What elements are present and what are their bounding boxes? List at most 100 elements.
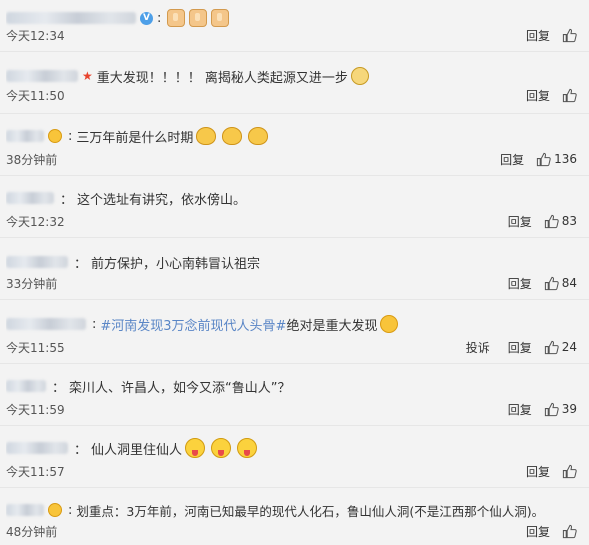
- comment-body: ： 栾川人、许昌人，如今又添“鲁山人”？: [6, 374, 583, 398]
- comment-item: ★ 重大发现！！！！ 离揭秘人类起源又进一步 今天11:50 回复: [0, 52, 589, 114]
- like-button[interactable]: [562, 28, 577, 43]
- thumb-up-icon: [562, 28, 577, 42]
- reply-button[interactable]: 回复: [508, 401, 532, 418]
- comment-time: 今天11:55: [6, 340, 65, 355]
- colon: ：: [74, 256, 88, 272]
- comment-meta: 今天11:50 回复: [6, 85, 577, 105]
- like-button[interactable]: 84: [544, 276, 577, 291]
- thumb-up-icon: [544, 402, 559, 416]
- comment-text: 三万年前是什么时期: [76, 130, 194, 146]
- comment-text: 仙人洞里住仙人: [91, 442, 183, 458]
- comment-meta: 48分钟前 回复: [6, 521, 577, 541]
- comment-meta: 今天11:57 回复: [6, 461, 577, 481]
- report-button[interactable]: 投诉: [466, 339, 490, 356]
- cat-emoji-icon: [248, 127, 269, 145]
- thumb-up-icon: [562, 524, 577, 538]
- like-button[interactable]: 83: [544, 214, 577, 229]
- username-blurred[interactable]: [6, 256, 68, 268]
- comment-list: V : 今天12:34 回复 ★ 重大发现！！！！ 离揭秘人类起源又进一步 今天…: [0, 0, 589, 545]
- like-button[interactable]: 24: [544, 340, 577, 355]
- like-button[interactable]: 39: [544, 402, 577, 417]
- comment-meta: 今天12:34 回复: [6, 25, 577, 45]
- comment-time: 今天11:59: [6, 402, 65, 417]
- colon: ：: [60, 192, 74, 208]
- comment-meta: 今天11:55 投诉 回复 24: [6, 337, 577, 357]
- comment-item: ： 这个选址有讲究，依水傍山。 今天12:32 回复 83: [0, 176, 589, 238]
- comment-text: 前方保护，小心南韩冒认祖宗: [91, 256, 261, 272]
- comment-time: 今天12:34: [6, 28, 65, 43]
- like-count: 136: [554, 152, 577, 166]
- comment-text: 这个选址有讲究，依水傍山。: [77, 192, 247, 208]
- comment-meta: 33分钟前 回复 84: [6, 273, 577, 293]
- username-blurred[interactable]: [6, 442, 68, 454]
- comment-text: 绝对是重大发现: [286, 318, 378, 334]
- like-count: 83: [561, 214, 577, 228]
- comment-meta: 今天12:32 回复 83: [6, 211, 577, 231]
- comment-time: 今天11:50: [6, 88, 65, 103]
- comment-text: 重大发现！！！！ 离揭秘人类起源又进一步: [96, 70, 348, 86]
- thumb-up-icon: [544, 214, 559, 228]
- colon: ：: [74, 442, 88, 458]
- reply-button[interactable]: 回复: [508, 275, 532, 292]
- username-blurred[interactable]: [6, 70, 78, 82]
- username-blurred[interactable]: [6, 380, 46, 392]
- comment-time: 48分钟前: [6, 524, 58, 539]
- comment-body: : #河南发现3万念前现代人头骨# 绝对是重大发现: [6, 312, 583, 336]
- member-face-icon: [48, 129, 62, 143]
- username-blurred[interactable]: [6, 192, 54, 204]
- cat-emoji-icon: [196, 127, 217, 145]
- surprised-emoji-icon: [380, 315, 399, 333]
- username-blurred[interactable]: [6, 12, 136, 24]
- comment-body: ： 前方保护，小心南韩冒认祖宗: [6, 250, 583, 274]
- thumb-up-icon: [562, 88, 577, 102]
- username-blurred[interactable]: [6, 318, 86, 330]
- like-button[interactable]: [562, 464, 577, 479]
- comment-time: 38分钟前: [6, 152, 58, 167]
- reply-button[interactable]: 回复: [526, 27, 550, 44]
- reply-button[interactable]: 回复: [508, 213, 532, 230]
- comment-meta: 今天11:59 回复 39: [6, 399, 577, 419]
- colon: :: [68, 128, 73, 144]
- comment-meta: 38分钟前 回复 136: [6, 149, 577, 169]
- like-count: 24: [561, 340, 577, 354]
- colon: :: [157, 10, 162, 26]
- like-count: 84: [561, 276, 577, 290]
- comment-item: : 划重点：3万年前，河南已知最早的现代人化石，鲁山仙人洞(不是江西那个仙人洞)…: [0, 488, 589, 545]
- reply-button[interactable]: 回复: [526, 463, 550, 480]
- comment-item: : #河南发现3万念前现代人头骨# 绝对是重大发现 今天11:55 投诉 回复 …: [0, 300, 589, 364]
- tongue-emoji-icon: [237, 438, 258, 458]
- like-button[interactable]: 136: [536, 152, 577, 167]
- colon: :: [68, 502, 73, 518]
- comment-item: ： 前方保护，小心南韩冒认祖宗 33分钟前 回复 84: [0, 238, 589, 300]
- comment-body: ： 仙人洞里住仙人: [6, 436, 583, 460]
- thumb-up-icon: [544, 340, 559, 354]
- comment-item: : 三万年前是什么时期 38分钟前 回复 136: [0, 114, 589, 176]
- reply-button[interactable]: 回复: [526, 523, 550, 540]
- comment-body: ： 这个选址有讲究，依水傍山。: [6, 186, 583, 210]
- cat-emoji-icon: [222, 127, 243, 145]
- like-count: 39: [561, 402, 577, 416]
- thumb-up-icon: [536, 152, 551, 166]
- comment-time: 33分钟前: [6, 276, 58, 291]
- comment-time: 今天11:57: [6, 464, 65, 479]
- reply-button[interactable]: 回复: [526, 87, 550, 104]
- comment-body: : 划重点：3万年前，河南已知最早的现代人化石，鲁山仙人洞(不是江西那个仙人洞)…: [6, 498, 583, 522]
- like-button[interactable]: [562, 524, 577, 539]
- tongue-emoji-icon: [211, 438, 232, 458]
- like-button[interactable]: [562, 88, 577, 103]
- member-face-icon: [48, 503, 62, 517]
- reply-button[interactable]: 回复: [508, 339, 532, 356]
- comment-text: 栾川人、许昌人，如今又添“鲁山人”？: [69, 380, 291, 396]
- username-blurred[interactable]: [6, 130, 44, 142]
- comment-text: 划重点：3万年前，河南已知最早的现代人化石，鲁山仙人洞(不是江西那个仙人洞)。: [76, 503, 545, 519]
- verified-v-icon: V: [140, 11, 153, 25]
- comment-time: 今天12:32: [6, 214, 65, 229]
- comment-body: : 三万年前是什么时期: [6, 124, 583, 148]
- comment-item: ： 仙人洞里住仙人 今天11:57 回复: [0, 426, 589, 488]
- colon: :: [92, 316, 97, 332]
- hashtag-link[interactable]: #河南发现3万念前现代人头骨#: [100, 315, 286, 334]
- comment-item: V : 今天12:34 回复: [0, 0, 589, 52]
- reply-button[interactable]: 回复: [500, 151, 524, 168]
- username-blurred[interactable]: [6, 504, 44, 516]
- thumb-up-icon: [544, 276, 559, 290]
